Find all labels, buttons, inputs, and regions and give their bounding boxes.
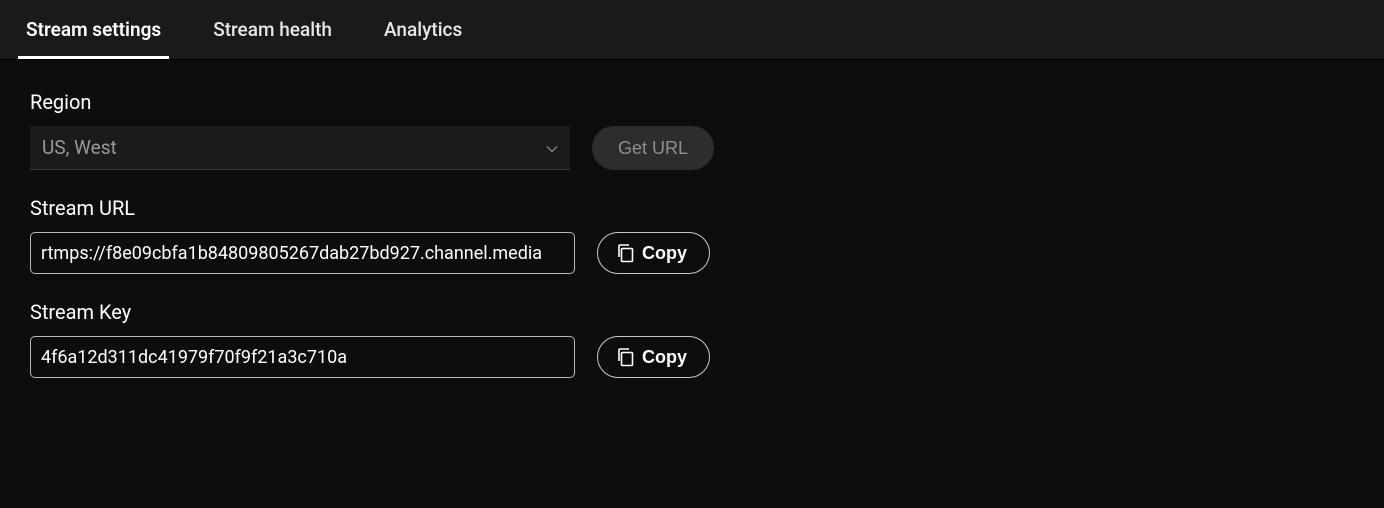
region-select[interactable]: US, West	[30, 126, 570, 170]
copy-label: Copy	[642, 347, 687, 368]
copy-label: Copy	[642, 243, 687, 264]
stream-url-label: Stream URL	[30, 196, 1354, 220]
copy-stream-key-button[interactable]: Copy	[597, 336, 710, 378]
region-label: Region	[30, 90, 1354, 114]
copy-icon	[616, 243, 634, 263]
copy-stream-url-button[interactable]: Copy	[597, 232, 710, 274]
get-url-button[interactable]: Get URL	[592, 126, 714, 170]
tab-stream-settings[interactable]: Stream settings	[0, 0, 187, 59]
settings-panel: Region US, West Get URL Stream URL rtmps…	[0, 60, 1384, 378]
stream-url-group: Stream URL rtmps://f8e09cbfa1b8480980526…	[30, 196, 1354, 274]
region-group: Region US, West Get URL	[30, 90, 1354, 170]
stream-key-label: Stream Key	[30, 300, 1354, 324]
chevron-down-icon	[546, 138, 558, 157]
tab-bar: Stream settings Stream health Analytics	[0, 0, 1384, 60]
region-selected-value: US, West	[42, 136, 546, 159]
copy-icon	[616, 347, 634, 367]
stream-key-input[interactable]: 4f6a12d311dc41979f70f9f21a3c710a	[30, 336, 575, 378]
stream-key-group: Stream Key 4f6a12d311dc41979f70f9f21a3c7…	[30, 300, 1354, 378]
stream-url-input[interactable]: rtmps://f8e09cbfa1b84809805267dab27bd927…	[30, 232, 575, 274]
tab-stream-health[interactable]: Stream health	[187, 0, 358, 59]
tab-analytics[interactable]: Analytics	[358, 0, 488, 59]
